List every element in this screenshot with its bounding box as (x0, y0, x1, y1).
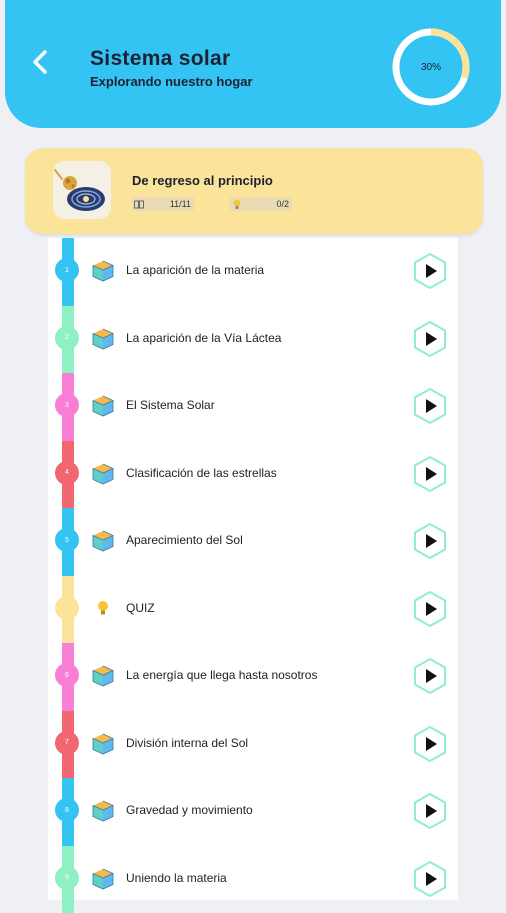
play-icon (412, 455, 448, 493)
lesson-item[interactable]: 9 Uniendo la materia (48, 845, 458, 912)
dice-3d-icon (92, 395, 114, 417)
lesson-number-badge: 8 (55, 798, 79, 822)
play-button[interactable] (412, 522, 448, 560)
lesson-title: División interna del Sol (126, 736, 248, 750)
dice-3d-icon (92, 260, 114, 282)
chapter-thumbnail (53, 161, 111, 219)
play-icon (412, 320, 448, 358)
dice-3d-icon (92, 868, 114, 890)
dice-3d-icon (92, 530, 114, 552)
page-subtitle: Explorando nuestro hogar (90, 74, 253, 89)
lesson-item[interactable]: QUIZ (48, 575, 458, 642)
play-button[interactable] (412, 792, 448, 830)
lesson-item[interactable]: 7 División interna del Sol (48, 710, 458, 777)
quiz-count: 0/2 (244, 199, 292, 209)
back-button[interactable] (25, 47, 55, 77)
lesson-number-badge: 3 (55, 393, 79, 417)
dice-3d-icon (92, 665, 114, 687)
dice-3d-icon (92, 463, 114, 485)
dice-3d-icon (92, 328, 114, 350)
lesson-number-badge: 6 (55, 663, 79, 687)
dice-3d-icon (92, 733, 114, 755)
lesson-title: Clasificación de las estrellas (126, 466, 277, 480)
header-bar: Sistema solar Explorando nuestro hogar 3… (5, 0, 501, 128)
play-button[interactable] (412, 320, 448, 358)
chapter-title: De regreso al principio (132, 173, 273, 188)
lesson-number-badge: 7 (55, 731, 79, 755)
play-icon (412, 522, 448, 560)
play-button[interactable] (412, 387, 448, 425)
lesson-number-badge: 2 (55, 326, 79, 350)
play-button[interactable] (412, 590, 448, 628)
lesson-number-badge: 1 (55, 258, 79, 282)
play-icon (412, 387, 448, 425)
lesson-item[interactable]: 4 Clasificación de las estrellas (48, 440, 458, 507)
chevron-left-icon (31, 49, 49, 75)
quiz-progress: 0/2 (230, 197, 292, 211)
lesson-title: La energía que llega hasta nosotros (126, 668, 317, 682)
lesson-item[interactable]: 3 El Sistema Solar (48, 372, 458, 439)
lightbulb-icon (230, 199, 244, 210)
play-icon (412, 590, 448, 628)
lesson-item[interactable]: 1 La aparición de la materia (48, 237, 458, 304)
chapter-card[interactable]: De regreso al principio 11/11 0/2 (25, 148, 483, 234)
play-icon (412, 860, 448, 898)
play-icon (412, 792, 448, 830)
dice-3d-icon (92, 800, 114, 822)
lesson-number-badge: 4 (55, 461, 79, 485)
lesson-title: La aparición de la Vía Láctea (126, 331, 281, 345)
galaxy-icon (53, 161, 111, 219)
lesson-title: Aparecimiento del Sol (126, 533, 243, 547)
lesson-title: Gravedad y movimiento (126, 803, 253, 817)
lightbulb-icon (92, 598, 114, 620)
play-icon (412, 657, 448, 695)
page-title: Sistema solar (90, 47, 230, 71)
lesson-title: Uniendo la materia (126, 871, 227, 885)
lesson-number-badge: 9 (55, 866, 79, 890)
lesson-item[interactable]: 5 Aparecimiento del Sol (48, 507, 458, 574)
lessons-progress: 11/11 (132, 197, 194, 211)
lesson-item[interactable]: 2 La aparición de la Vía Láctea (48, 305, 458, 372)
play-icon (412, 725, 448, 763)
play-button[interactable] (412, 725, 448, 763)
lesson-title: La aparición de la materia (126, 263, 264, 277)
play-button[interactable] (412, 455, 448, 493)
play-icon (412, 252, 448, 290)
lesson-item[interactable]: 6 La energía que llega hasta nosotros (48, 642, 458, 709)
lesson-title: El Sistema Solar (126, 398, 215, 412)
lesson-item[interactable]: 8 Gravedad y movimiento (48, 777, 458, 844)
lessons-count: 11/11 (146, 199, 194, 209)
play-button[interactable] (412, 252, 448, 290)
book-icon (132, 200, 146, 209)
lesson-number-badge (55, 596, 79, 620)
play-button[interactable] (412, 860, 448, 898)
play-button[interactable] (412, 657, 448, 695)
lesson-number-badge: 5 (55, 528, 79, 552)
progress-percent: 30% (391, 27, 471, 107)
lesson-title: QUIZ (126, 601, 155, 615)
